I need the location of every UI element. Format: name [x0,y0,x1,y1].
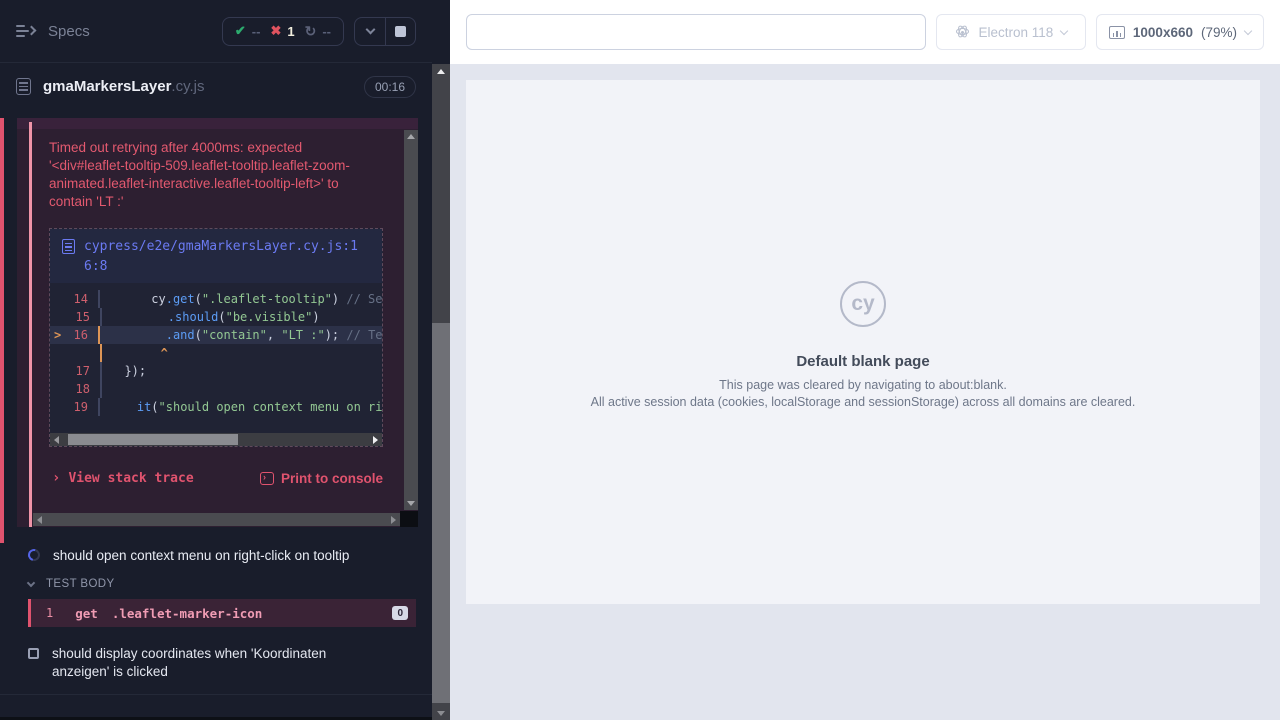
blank-page-line1: This page was cleared by navigating to a… [466,378,1260,392]
test-body-label: TEST BODY [46,578,115,590]
scroll-down-icon [437,711,445,716]
code-row: 17 }); [50,362,382,380]
stack-trace-chevron-icon: › [52,470,60,486]
scroll-right-icon [373,436,378,444]
command-target: .leaflet-marker-icon [112,606,263,621]
code-row: 15 .should("be.visible") [50,308,382,326]
reporter-panel: Specs ✔ -- ✖ 1 ↻ -- [0,0,450,720]
stat-passed: ✔ -- [235,23,261,39]
reporter-header: Specs ✔ -- ✖ 1 ↻ -- [0,0,432,63]
code-frame-header: cypress/e2e/gmaMarkersLayer.cy.js:16:8 [50,229,382,283]
spec-extension: .cy.js [171,78,204,95]
restart-count: -- [322,24,331,39]
test-list: should open context menu on right-click … [0,543,432,695]
spec-file-icon [16,78,31,95]
error-message: Timed out retrying after 4000ms: expecte… [49,139,378,211]
vscroll-thumb[interactable] [432,323,450,703]
cypress-logo: cy [840,281,886,327]
stop-button[interactable] [385,18,415,45]
failed-attempt-strip [0,118,4,543]
print-to-console-button[interactable]: › Print to console [260,471,383,486]
processing-test-icon [28,648,39,659]
failed-count: 1 [287,24,294,39]
viewport-size: 1000x660 [1133,25,1193,40]
aut-blank-page: cy Default blank page This page was clea… [466,80,1260,604]
code-frame-file-link[interactable]: cypress/e2e/gmaMarkersLayer.cy.js:16:8 [84,237,370,277]
reporter-content: Specs ✔ -- ✖ 1 ↻ -- [0,0,432,720]
stat-failed: ✖ 1 [270,23,294,39]
runner-stage: cy Default blank page This page was clea… [450,64,1280,720]
browser-label: Electron 118 [979,25,1054,40]
running-spinner-icon [26,547,42,563]
stats-group: ✔ -- ✖ 1 ↻ -- [222,17,344,46]
runner-topbar: Electron 118 1000x660 (79%) [450,0,1280,64]
collapse-button[interactable] [355,18,385,45]
code-row: ^ [50,344,382,362]
scrollbar-corner [400,511,418,527]
scroll-up-icon [407,134,415,139]
scroll-right-icon [391,516,396,524]
command-method: get [75,606,98,621]
passed-count: -- [252,24,261,39]
electron-icon [955,24,971,40]
print-console-icon: › [260,472,274,485]
error-top-band [17,118,418,129]
code-frame: cypress/e2e/gmaMarkersLayer.cy.js:16:8 1… [49,228,383,447]
passed-check-icon: ✔ [235,23,246,39]
failed-x-icon: ✖ [270,23,281,39]
scroll-left-icon [37,516,42,524]
error-block: Timed out retrying after 4000ms: expecte… [17,118,418,527]
app: Specs ✔ -- ✖ 1 ↻ -- [0,0,1280,720]
blank-page-line2: All active session data (cookies, localS… [466,395,1260,409]
test-row-pending[interactable]: should display coordinates when 'Koordin… [0,645,432,681]
error-left-border [29,122,32,527]
command-row[interactable]: 1 get .leaflet-marker-icon 0 [28,599,416,627]
code-frame-hscrollbar[interactable] [50,433,382,446]
scroll-up-icon [437,69,445,74]
test-title: should display coordinates when 'Koordin… [52,645,382,681]
command-count-badge: 0 [392,606,408,620]
test-body-section[interactable]: TEST BODY [0,574,432,594]
test-body-chevron-icon [27,578,35,586]
viewport-info-button[interactable]: 1000x660 (79%) [1096,14,1264,50]
stat-restarts: ↻ -- [305,23,331,40]
scroll-left-icon [54,436,59,444]
reporter-vscrollbar[interactable] [432,64,450,720]
scroll-down-icon [407,501,415,506]
divider [0,694,432,695]
code-row: 19 it("should open context menu on righ [50,398,382,416]
error-links: › View stack trace › Print to console [52,470,383,486]
stop-icon [395,26,406,37]
spec-row[interactable]: gmaMarkersLayer.cy.js 00:16 [0,63,432,110]
specs-menu-icon[interactable] [16,23,36,39]
run-controls [354,17,416,46]
browser-selector[interactable]: Electron 118 [936,14,1086,50]
error-hscrollbar[interactable] [33,513,400,526]
code-lines: 14 cy.get(".leaflet-tooltip") // Sele15 … [50,283,382,433]
blank-page-title: Default blank page [466,353,1260,370]
code-row: >16 .and("contain", "LT :"); // Test [50,326,382,344]
viewport-scale: (79%) [1201,25,1237,40]
test-row-running[interactable]: should open context menu on right-click … [0,543,432,567]
viewport-ruler-icon [1109,26,1125,39]
test-title: should open context menu on right-click … [53,548,349,563]
specs-title[interactable]: Specs [48,23,90,40]
code-row: 18 [50,380,382,398]
chevron-down-icon [1060,26,1068,34]
runner-panel: Electron 118 1000x660 (79%) cy Default b… [450,0,1280,720]
error-vscrollbar[interactable] [404,130,418,510]
view-stack-trace-link[interactable]: › View stack trace [52,470,194,486]
hscroll-thumb[interactable] [68,434,238,445]
chevron-down-icon [1244,26,1252,34]
command-number: 1 [46,606,53,620]
code-row: 14 cy.get(".leaflet-tooltip") // Sele [50,290,382,308]
spec-name: gmaMarkersLayer.cy.js [43,78,204,95]
restart-icon: ↻ [305,23,317,40]
url-input[interactable] [466,14,926,50]
chevron-down-icon [365,25,375,35]
spec-duration-badge: 00:16 [364,76,416,98]
code-frame-file-icon [62,239,75,254]
